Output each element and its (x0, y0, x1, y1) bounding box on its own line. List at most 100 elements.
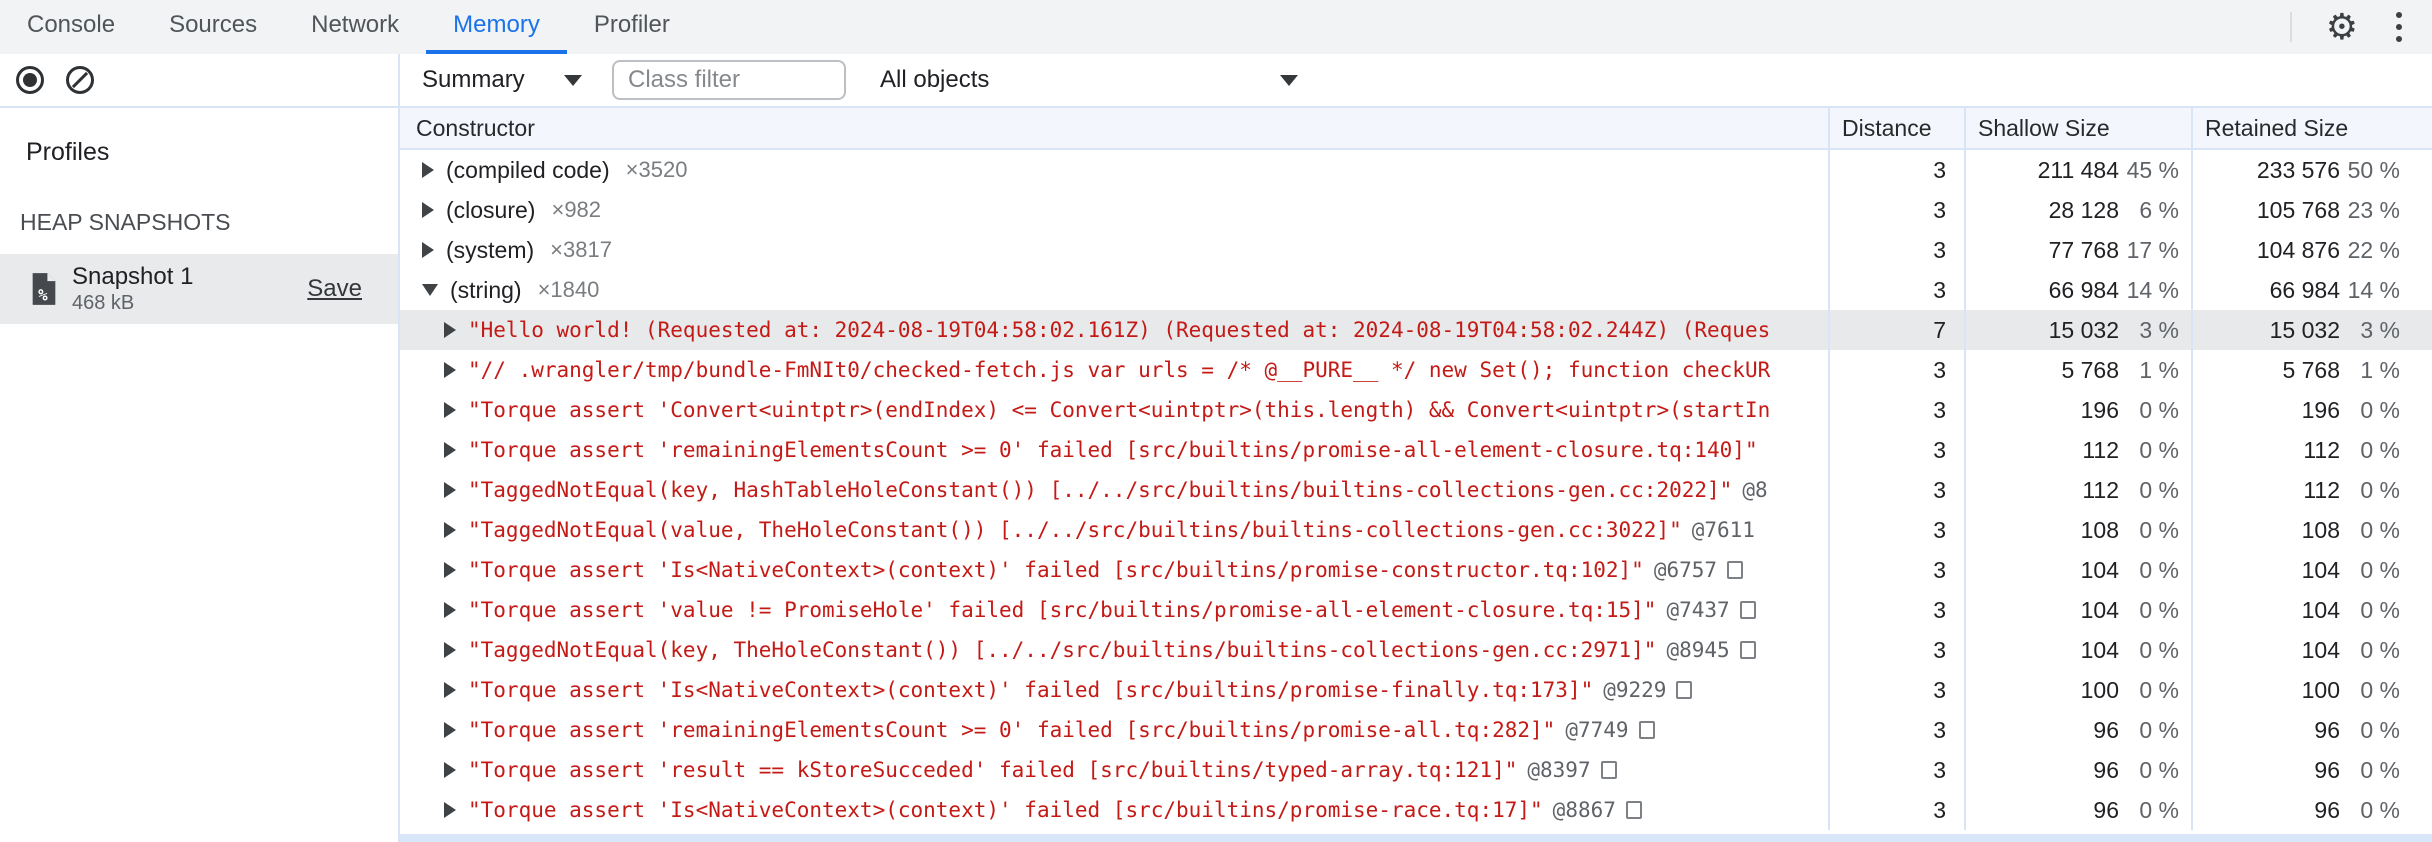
disclosure-triangle-icon[interactable] (422, 162, 434, 178)
table-row[interactable]: (compiled code) ×3520 3 211 484 45 % 233… (400, 150, 2432, 190)
reveal-object-icon[interactable] (1739, 641, 1756, 659)
table-row[interactable]: (system) ×3817 3 77 768 17 % 104 876 22 … (400, 230, 2432, 270)
table-row[interactable]: "Torque assert 'value != PromiseHole' fa… (400, 590, 2432, 630)
table-body: (compiled code) ×3520 3 211 484 45 % 233… (400, 150, 2432, 830)
clear-profiles-icon[interactable] (66, 66, 94, 94)
table-row[interactable]: "Torque assert 'Is<NativeContext>(contex… (400, 670, 2432, 710)
disclosure-triangle-icon[interactable] (444, 762, 456, 778)
column-header-retained-size[interactable]: Retained Size (2193, 108, 2430, 148)
disclosure-triangle-icon[interactable] (422, 284, 438, 296)
constructor-cell: "Torque assert 'result == kStoreSucceded… (400, 750, 1830, 790)
disclosure-triangle-icon[interactable] (444, 682, 456, 698)
reveal-object-icon[interactable] (1727, 561, 1744, 579)
table-row[interactable]: "TaggedNotEqual(value, TheHoleConstant()… (400, 510, 2432, 550)
tab-network[interactable]: Network (284, 0, 426, 54)
string-preview: "Torque assert 'Is<NativeContext>(contex… (468, 798, 1543, 822)
reveal-object-icon[interactable] (1600, 761, 1617, 779)
shallow-size-percent: 0 % (2139, 516, 2179, 543)
constructor-cell: "Torque assert 'remainingElementsCount >… (400, 710, 1830, 750)
distance-value: 3 (1830, 350, 1966, 390)
column-header-shallow-size[interactable]: Shallow Size (1966, 108, 2193, 148)
record-heap-snapshot-icon[interactable] (16, 66, 44, 94)
table-row[interactable]: "Torque assert 'remainingElementsCount >… (400, 710, 2432, 750)
shallow-size-percent: 6 % (2139, 196, 2179, 223)
reveal-object-icon[interactable] (1739, 601, 1756, 619)
table-row[interactable]: "Torque assert 'Is<NativeContext>(contex… (400, 790, 2432, 830)
tab-memory[interactable]: Memory (426, 0, 567, 54)
table-row[interactable]: "TaggedNotEqual(key, HashTableHoleConsta… (400, 470, 2432, 510)
string-preview: "Hello world! (Requested at: 2024-08-19T… (468, 318, 1771, 342)
shallow-size-cell: 112 0 % (1966, 430, 2193, 470)
disclosure-triangle-icon[interactable] (444, 802, 456, 818)
disclosure-triangle-icon[interactable] (422, 242, 434, 258)
table-row[interactable]: "// .wrangler/tmp/bundle-FmNIt0/checked-… (400, 350, 2432, 390)
disclosure-triangle-icon[interactable] (444, 442, 456, 458)
disclosure-triangle-icon[interactable] (444, 602, 456, 618)
save-snapshot-link[interactable]: Save (307, 275, 362, 303)
disclosure-triangle-icon[interactable] (444, 722, 456, 738)
disclosure-triangle-icon[interactable] (422, 202, 434, 218)
distance-value: 3 (1830, 630, 1966, 670)
table-row[interactable]: "Torque assert 'remainingElementsCount >… (400, 430, 2432, 470)
retained-size-value: 104 (2301, 596, 2340, 623)
column-header-distance[interactable]: Distance (1830, 108, 1966, 148)
retained-size-cell: 96 0 % (2193, 710, 2430, 750)
reveal-object-icon[interactable] (1638, 721, 1655, 739)
shallow-size-percent: 0 % (2139, 556, 2179, 583)
disclosure-triangle-icon[interactable] (444, 522, 456, 538)
constructor-cell: "TaggedNotEqual(key, TheHoleConstant()) … (400, 630, 1830, 670)
shallow-size-percent: 0 % (2139, 716, 2179, 743)
objects-select[interactable]: All objects (880, 66, 1298, 94)
constructor-cell: (system) ×3817 (400, 230, 1830, 270)
table-row[interactable]: "Torque assert 'Is<NativeContext>(contex… (400, 550, 2432, 590)
settings-gear-icon[interactable]: ⚙ (2326, 9, 2358, 45)
table-row[interactable]: "Torque assert 'result == kStoreSucceded… (400, 750, 2432, 790)
constructor-cell: "Torque assert 'remainingElementsCount >… (400, 430, 1830, 470)
distance-value: 3 (1830, 150, 1966, 190)
disclosure-triangle-icon[interactable] (444, 642, 456, 658)
shallow-size-value: 104 (2080, 636, 2119, 663)
table-row[interactable]: "Hello world! (Requested at: 2024-08-19T… (400, 310, 2432, 350)
profile-actions (0, 54, 400, 106)
column-header-constructor[interactable]: Constructor (400, 108, 1830, 148)
disclosure-triangle-icon[interactable] (444, 402, 456, 418)
tabbar-spacer (697, 0, 2290, 54)
shallow-size-cell: 108 0 % (1966, 510, 2193, 550)
class-filter-input[interactable] (612, 60, 846, 100)
sidebar-title: Profiles (26, 138, 110, 166)
table-row[interactable]: "TaggedNotEqual(key, TheHoleConstant()) … (400, 630, 2432, 670)
disclosure-triangle-icon[interactable] (444, 482, 456, 498)
disclosure-triangle-icon[interactable] (444, 362, 456, 378)
shallow-size-percent: 0 % (2139, 756, 2179, 783)
distance-value: 3 (1830, 230, 1966, 270)
shallow-size-percent: 3 % (2139, 316, 2179, 343)
distance-value: 3 (1830, 750, 1966, 790)
constructor-cell: "Torque assert 'Is<NativeContext>(contex… (400, 790, 1830, 830)
reveal-object-icon[interactable] (1676, 681, 1693, 699)
table-row[interactable]: (string) ×1840 3 66 984 14 % 66 984 14 % (400, 270, 2432, 310)
reveal-object-icon[interactable] (1625, 801, 1642, 819)
table-row[interactable]: (closure) ×982 3 28 128 6 % 105 768 23 % (400, 190, 2432, 230)
chevron-down-icon (1280, 74, 1298, 86)
shallow-size-percent: 0 % (2139, 476, 2179, 503)
disclosure-triangle-icon[interactable] (444, 322, 456, 338)
view-select[interactable]: Summary (422, 66, 582, 94)
tab-profiler[interactable]: Profiler (567, 0, 697, 54)
kebab-menu-icon[interactable] (2392, 8, 2406, 46)
retained-size-cell: 15 032 3 % (2193, 310, 2430, 350)
retained-size-percent: 0 % (2360, 636, 2400, 663)
retained-size-percent: 1 % (2360, 356, 2400, 383)
retained-size-cell: 112 0 % (2193, 430, 2430, 470)
retained-size-percent: 23 % (2347, 196, 2400, 223)
tab-sources[interactable]: Sources (142, 0, 284, 54)
shallow-size-percent: 0 % (2139, 396, 2179, 423)
retained-size-value: 66 984 (2269, 276, 2340, 303)
sidebar-item-snapshot-1[interactable]: % Snapshot 1 468 kB Save (0, 254, 398, 324)
constructor-cell: (string) ×1840 (400, 270, 1830, 310)
disclosure-triangle-icon[interactable] (444, 562, 456, 578)
table-row[interactable]: "Torque assert 'Convert<uintptr>(endInde… (400, 390, 2432, 430)
string-preview: "Torque assert 'value != PromiseHole' fa… (468, 598, 1657, 622)
retained-size-percent: 0 % (2360, 716, 2400, 743)
tab-console[interactable]: Console (0, 0, 142, 54)
chevron-down-icon (564, 74, 582, 86)
